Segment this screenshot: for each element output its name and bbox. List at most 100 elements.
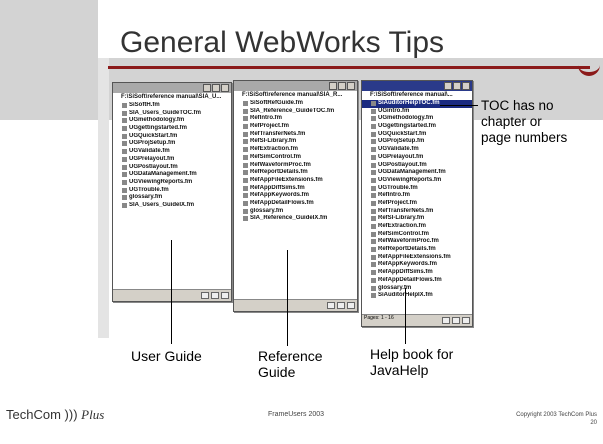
list-item[interactable]: UGPrelayout.fm (113, 156, 231, 164)
window-titlebar[interactable] (362, 81, 472, 91)
list-item[interactable]: RefAppDiffSims.fm (362, 269, 472, 277)
view-icon[interactable] (221, 292, 229, 299)
list-item[interactable]: RefIntro.fm (234, 115, 357, 123)
techcom-logo: TechCom ))) Plus (6, 407, 104, 423)
toc-note-line1: TOC has no (481, 98, 554, 113)
list-item[interactable]: RefAppKeywords.fm (234, 192, 357, 200)
file-list[interactable]: SiAuditorHelpTOC.fm UGintro.fm UGmethodolo… (362, 100, 472, 300)
toc-note-line3: page numbers (481, 130, 568, 145)
list-item[interactable]: SIA_Users_GuideIX.fm (113, 202, 231, 210)
close-button[interactable] (462, 82, 470, 90)
view-icon[interactable] (462, 317, 470, 324)
status-text: Pages: 1 - 16 (364, 315, 394, 321)
list-item[interactable]: UGViewingReports.fm (113, 179, 231, 187)
list-item[interactable]: UGTrouble.fm (362, 185, 472, 193)
list-item[interactable]: RefAppFileExtensions.fm (234, 177, 357, 185)
status-bar: Pages: 1 - 16 (362, 314, 472, 326)
list-item[interactable]: UGmethodology.fm (113, 117, 231, 125)
list-item[interactable]: RefAppDetailFlows.fm (234, 200, 357, 208)
help-book-window[interactable]: F:\SiSoft\reference manual\... SiAuditor… (361, 80, 473, 327)
help-book-label-line1: Help book for (370, 346, 454, 362)
list-item[interactable]: SIA_Reference_GuideTOC.fm (234, 108, 357, 116)
window-titlebar[interactable] (234, 81, 357, 91)
list-item[interactable]: UGProjSetup.fm (362, 138, 472, 146)
list-item[interactable]: UGPostlayout.fm (362, 162, 472, 170)
minimize-button[interactable] (203, 84, 211, 92)
list-item[interactable]: SiSoftRefGuide.fm (234, 100, 357, 108)
window-titlebar[interactable] (113, 83, 231, 93)
title-underline (108, 66, 600, 76)
list-item[interactable]: UGViewingReports.fm (362, 177, 472, 185)
file-list[interactable]: SiSoftRefGuide.fm SIA_Reference_GuideTOC.… (234, 100, 357, 223)
list-item[interactable]: UGTrouble.fm (113, 187, 231, 195)
list-item[interactable]: UGPostlayout.fm (113, 164, 231, 172)
list-item[interactable]: RefSimControl.fm (362, 231, 472, 239)
view-icon[interactable] (337, 302, 345, 309)
slide-title: General WebWorks Tips (120, 26, 445, 59)
list-item[interactable]: UGValidate.fm (362, 146, 472, 154)
list-item[interactable]: SiSoftH.fm (113, 102, 231, 110)
list-item[interactable]: RefExtraction.fm (234, 146, 357, 154)
list-item[interactable]: SIA_Reference_GuideIX.fm (234, 215, 357, 223)
status-bar (234, 299, 357, 311)
list-item[interactable]: UGQuickStart.fm (113, 133, 231, 141)
list-item[interactable]: RefTransferNets.fm (362, 208, 472, 216)
list-item[interactable]: RefProject.fm (362, 200, 472, 208)
list-item[interactable]: RefSI-Library.fm (362, 215, 472, 223)
list-item[interactable]: RefSI-Library.fm (234, 138, 357, 146)
list-item[interactable]: SiAuditorHelpTOC.fm (362, 100, 472, 108)
reference-guide-label-line2: Guide (258, 364, 296, 380)
user-guide-label: User Guide (131, 348, 202, 364)
maximize-button[interactable] (338, 82, 346, 90)
list-item[interactable]: RefReportDetails.fm (234, 169, 357, 177)
book-path: F:\SiSoft\reference manual\SIA_R... (242, 92, 343, 98)
close-button[interactable] (221, 84, 229, 92)
list-item[interactable]: RefProject.fm (234, 123, 357, 131)
list-item[interactable]: RefReportDetails.fm (362, 246, 472, 254)
slide: General WebWorks Tips F:\SiSoft\referenc… (0, 0, 603, 444)
list-item[interactable]: SiAuditorHelpIX.fm (362, 292, 472, 300)
logo-signal-icon: ))) (64, 407, 78, 422)
list-item[interactable]: RefWaveformProc.fm (362, 238, 472, 246)
view-icon[interactable] (452, 317, 460, 324)
view-icon[interactable] (211, 292, 219, 299)
list-item[interactable]: UGQuickStart.fm (362, 131, 472, 139)
view-icon[interactable] (347, 302, 355, 309)
list-item[interactable]: UGDataManagement.fm (362, 169, 472, 177)
list-item[interactable]: UGValidate.fm (113, 148, 231, 156)
list-item[interactable]: RefExtraction.fm (362, 223, 472, 231)
list-item[interactable]: RefWaveformProc.fm (234, 162, 357, 170)
list-item[interactable]: RefSimControl.fm (234, 154, 357, 162)
list-item[interactable]: glossary.fm (234, 208, 357, 216)
list-item[interactable]: UGgettingstarted.fm (362, 123, 472, 131)
list-item[interactable]: glossary.fm (113, 194, 231, 202)
list-item[interactable]: SIA_Users_GuideTOC.fm (113, 110, 231, 118)
minimize-button[interactable] (444, 82, 452, 90)
list-item[interactable]: UGDataManagement.fm (113, 171, 231, 179)
view-icon[interactable] (442, 317, 450, 324)
footer-copyright: Copyright 2003 TechCom Plus 20 (507, 411, 597, 427)
view-icon[interactable] (327, 302, 335, 309)
list-item[interactable]: RefAppDetailFlows.fm (362, 277, 472, 285)
list-item[interactable]: UGPrelayout.fm (362, 154, 472, 162)
list-item[interactable]: RefAppKeywords.fm (362, 261, 472, 269)
list-item[interactable]: RefAppFileExtensions.fm (362, 254, 472, 262)
reference-guide-window[interactable]: F:\SiSoft\reference manual\SIA_R... SiSo… (233, 80, 358, 312)
file-list[interactable]: SiSoftH.fm SIA_Users_GuideTOC.fm UGmethodo… (113, 102, 231, 210)
maximize-button[interactable] (453, 82, 461, 90)
list-item[interactable]: glossary.fm (362, 285, 472, 293)
list-item[interactable]: UGmethodology.fm (362, 115, 472, 123)
list-item[interactable]: RefIntro.fm (362, 192, 472, 200)
list-item[interactable]: UGgettingstarted.fm (113, 125, 231, 133)
reference-guide-pointer (287, 250, 288, 346)
list-item[interactable]: UGProjSetup.fm (113, 140, 231, 148)
user-guide-window[interactable]: F:\SiSoft\reference manual\SIA_U... SiSo… (112, 82, 232, 302)
list-item[interactable]: UGintro.fm (362, 108, 472, 116)
list-item[interactable]: RefTransferNets.fm (234, 131, 357, 139)
close-button[interactable] (347, 82, 355, 90)
view-icon[interactable] (201, 292, 209, 299)
minimize-button[interactable] (329, 82, 337, 90)
user-guide-pointer (171, 240, 172, 344)
list-item[interactable]: RefAppDiffSims.fm (234, 185, 357, 193)
maximize-button[interactable] (212, 84, 220, 92)
